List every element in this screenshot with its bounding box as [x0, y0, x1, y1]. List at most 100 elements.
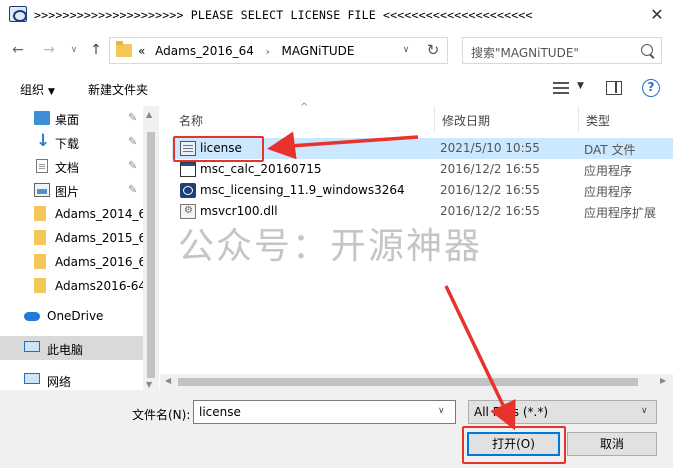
- filename-dropdown-chevron-icon[interactable]: ∨: [438, 406, 445, 416]
- sidebar-item-network[interactable]: 网络: [0, 368, 143, 392]
- file-row-msc-calc[interactable]: msc_calc_20160715 2016/12/2 16:55 应用程序: [172, 159, 673, 180]
- address-dropdown-chevron-icon[interactable]: ∨: [395, 37, 417, 64]
- pictures-icon: [34, 183, 50, 197]
- search-input[interactable]: 搜索"MAGNiTUDE": [462, 37, 662, 64]
- view-caret-down-icon[interactable]: ▼: [577, 81, 584, 91]
- refresh-icon[interactable]: ↻: [419, 37, 448, 64]
- column-header-label: 类型: [586, 114, 611, 128]
- file-date: 2016/12/2 16:55: [440, 162, 540, 176]
- document-icon: [36, 159, 48, 173]
- file-type-chevron-icon: ∨: [641, 406, 648, 416]
- horizontal-scrollbar[interactable]: ◀ ▶: [160, 374, 673, 390]
- sidebar-item-onedrive[interactable]: OneDrive: [0, 304, 143, 328]
- file-type: 应用程序扩展: [584, 206, 657, 220]
- sort-ascending-icon: ^: [300, 102, 309, 113]
- breadcrumb-item-adams[interactable]: Adams_2016_64: [149, 44, 254, 58]
- exe-file-icon: [180, 162, 196, 177]
- cancel-button[interactable]: 取消: [567, 432, 657, 456]
- scroll-right-icon[interactable]: ▶: [660, 376, 666, 385]
- sidebar-item-this-pc[interactable]: 此电脑: [0, 336, 143, 360]
- pin-icon: ✎: [128, 159, 138, 172]
- file-name: msvcr100.dll: [200, 204, 278, 218]
- app-icon: [9, 6, 27, 22]
- sidebar-item-label: 下载: [55, 137, 80, 151]
- file-date: 2016/12/2 16:55: [440, 204, 540, 218]
- help-icon[interactable]: ?: [642, 79, 660, 97]
- watermark: 公众号：开源神器: [178, 226, 483, 267]
- filename-input[interactable]: license ∨: [193, 400, 456, 424]
- sidebar-item-label: 此电脑: [47, 343, 84, 357]
- up-arrow-icon[interactable]: ↑: [86, 40, 106, 60]
- pin-icon: ✎: [128, 135, 138, 148]
- sidebar-item-label: 文档: [55, 161, 80, 175]
- column-header-label: 名称: [179, 114, 204, 128]
- breadcrumb-overflow[interactable]: «: [138, 44, 145, 58]
- file-date: 2016/12/2 16:55: [440, 183, 540, 197]
- breadcrumb-separator-icon[interactable]: ›: [258, 47, 278, 58]
- close-button[interactable]: ✕: [646, 4, 668, 26]
- scrollbar-thumb[interactable]: [147, 132, 155, 378]
- folder-icon: [116, 41, 132, 57]
- sidebar-item-adams-2014[interactable]: Adams_2014_64: [0, 202, 143, 226]
- scroll-left-icon[interactable]: ◀: [165, 376, 171, 385]
- recent-locations-chevron-icon[interactable]: ∨: [64, 40, 84, 60]
- sidebar-item-adams-2015[interactable]: Adams_2015_64: [0, 226, 143, 250]
- license-app-icon: [180, 183, 196, 198]
- file-type: DAT 文件: [584, 143, 636, 157]
- sidebar-item-label: 桌面: [55, 113, 80, 127]
- file-type: 应用程序: [584, 185, 633, 199]
- preview-pane-icon[interactable]: [606, 81, 622, 95]
- folder-icon: [34, 254, 46, 269]
- title-bar: >>>>>>>>>>>>>>>>>>>>> PLEASE SELECT LICE…: [0, 0, 673, 30]
- breadcrumb: « Adams_2016_64 › MAGNiTUDE: [138, 44, 354, 58]
- sidebar-item-documents[interactable]: 文档 ✎: [0, 154, 143, 178]
- column-header-date[interactable]: 修改日期: [435, 106, 579, 132]
- network-icon: [24, 373, 40, 384]
- search-placeholder: 搜索"MAGNiTUDE": [471, 46, 579, 60]
- filename-value: license: [199, 405, 241, 419]
- column-header-type[interactable]: 类型: [579, 106, 673, 132]
- sidebar-item-adams2016-64[interactable]: Adams2016-64: [0, 274, 143, 298]
- sidebar-item-desktop[interactable]: 桌面 ✎: [0, 106, 143, 130]
- file-type: 应用程序: [584, 164, 633, 178]
- window-title: >>>>>>>>>>>>>>>>>>>>> PLEASE SELECT LICE…: [34, 8, 533, 22]
- file-date: 2021/5/10 10:55: [440, 141, 540, 155]
- caret-down-icon: ▼: [48, 87, 55, 97]
- sidebar-item-label: OneDrive: [47, 309, 104, 323]
- back-arrow-icon[interactable]: ←: [8, 40, 28, 60]
- sidebar-item-pictures[interactable]: 图片 ✎: [0, 178, 143, 202]
- sidebar-item-label: 网络: [47, 375, 72, 389]
- highlight-box-license: [173, 136, 264, 162]
- file-type-select[interactable]: All Files (*.*) ∨: [468, 400, 657, 424]
- scroll-down-icon[interactable]: ▼: [146, 380, 152, 389]
- file-row-msc-licensing[interactable]: msc_licensing_11.9_windows3264 2016/12/2…: [172, 180, 673, 201]
- new-folder-button[interactable]: 新建文件夹: [88, 81, 148, 98]
- column-header-label: 修改日期: [442, 114, 491, 128]
- organize-label: 组织: [20, 83, 45, 97]
- pin-icon: ✎: [128, 111, 138, 124]
- onedrive-icon: [24, 312, 40, 321]
- breadcrumb-item-magnitude[interactable]: MAGNiTUDE: [282, 44, 355, 58]
- forward-arrow-icon[interactable]: →: [39, 40, 59, 60]
- scroll-up-icon[interactable]: ▲: [146, 110, 152, 119]
- organize-menu-button[interactable]: 组织 ▼: [20, 81, 55, 98]
- scrollbar-thumb[interactable]: [178, 378, 638, 386]
- file-name: msc_calc_20160715: [200, 162, 322, 176]
- sidebar-item-label: Adams2016-64: [55, 279, 143, 293]
- search-icon[interactable]: [641, 44, 653, 56]
- download-icon: [34, 131, 50, 151]
- column-header-name[interactable]: 名称 ^: [172, 102, 435, 132]
- sidebar-scrollbar[interactable]: ▲ ▼: [143, 106, 159, 394]
- folder-icon: [34, 206, 46, 221]
- sidebar-item-adams-2016[interactable]: Adams_2016_64: [0, 250, 143, 274]
- sidebar-item-downloads[interactable]: 下载 ✎: [0, 130, 143, 154]
- file-name: msc_licensing_11.9_windows3264: [200, 183, 405, 197]
- sidebar-item-label: Adams_2016_64: [55, 255, 143, 269]
- sidebar-item-label: 图片: [55, 185, 80, 199]
- command-toolbar: 组织 ▼ 新建文件夹 ▼ ?: [0, 70, 673, 106]
- folder-icon: [34, 230, 46, 245]
- view-options-icon[interactable]: [553, 82, 569, 94]
- navigation-pane: 桌面 ✎ 下载 ✎ 文档 ✎ 图片 ✎ Adams_2014_64 Adams_…: [0, 106, 143, 394]
- pin-icon: ✎: [128, 183, 138, 196]
- address-bar[interactable]: « Adams_2016_64 › MAGNiTUDE ∨: [109, 37, 448, 64]
